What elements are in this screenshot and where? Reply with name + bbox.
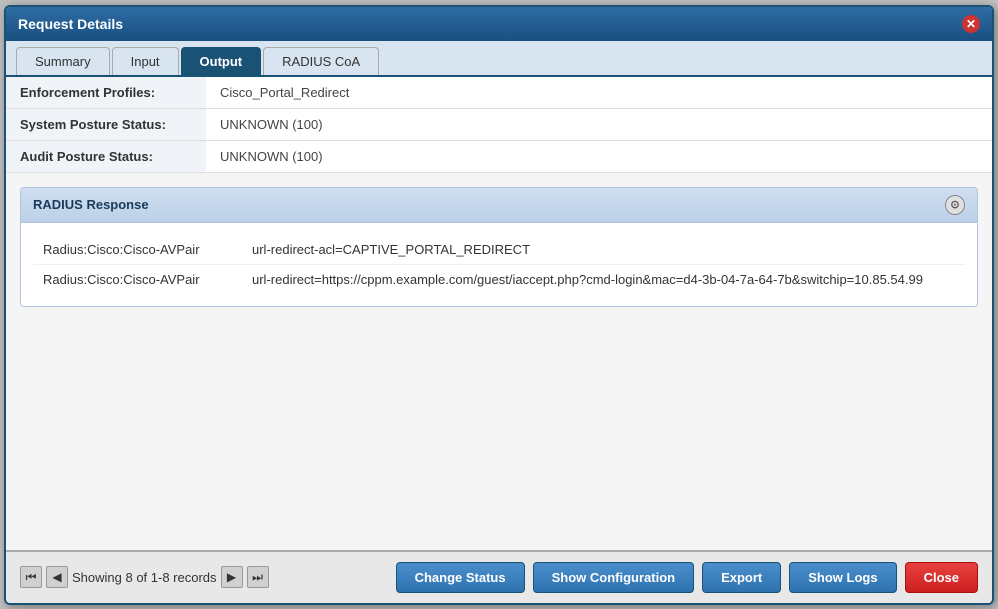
tab-summary[interactable]: Summary — [16, 47, 110, 75]
show-logs-button[interactable]: Show Logs — [789, 562, 896, 593]
tab-bar: Summary Input Output RADIUS CoA — [6, 41, 992, 77]
radius-value: url-redirect=https://cppm.example.com/gu… — [242, 264, 966, 295]
table-row: Audit Posture Status: UNKNOWN (100) — [6, 140, 992, 172]
radius-response-header: RADIUS Response ⊙ — [21, 188, 977, 223]
field-label: Audit Posture Status: — [6, 140, 206, 172]
table-row: Enforcement Profiles: Cisco_Portal_Redir… — [6, 77, 992, 109]
change-status-button[interactable]: Change Status — [396, 562, 525, 593]
pager-last-button[interactable]: ⏭ — [247, 566, 269, 588]
footer: ⏮ ◀ Showing 8 of 1-8 records ▶ ⏭ Change … — [6, 550, 992, 603]
pager: ⏮ ◀ Showing 8 of 1-8 records ▶ ⏭ — [20, 566, 388, 588]
field-value: Cisco_Portal_Redirect — [206, 77, 992, 109]
table-row: System Posture Status: UNKNOWN (100) — [6, 108, 992, 140]
radius-toggle-button[interactable]: ⊙ — [945, 195, 965, 215]
table-row: Radius:Cisco:Cisco-AVPair url-redirect-a… — [32, 234, 966, 265]
pager-next-button[interactable]: ▶ — [221, 566, 243, 588]
radius-response-section: RADIUS Response ⊙ Radius:Cisco:Cisco-AVP… — [20, 187, 978, 307]
radius-table: Radius:Cisco:Cisco-AVPair url-redirect-a… — [31, 233, 967, 296]
export-button[interactable]: Export — [702, 562, 781, 593]
close-button[interactable]: Close — [905, 562, 978, 593]
field-label: System Posture Status: — [6, 108, 206, 140]
request-details-dialog: Request Details ✕ Summary Input Output R… — [4, 5, 994, 605]
field-value: UNKNOWN (100) — [206, 108, 992, 140]
table-row: Radius:Cisco:Cisco-AVPair url-redirect=h… — [32, 264, 966, 295]
title-close-button[interactable]: ✕ — [962, 15, 980, 33]
radius-response-title: RADIUS Response — [33, 197, 149, 212]
tab-output[interactable]: Output — [181, 47, 262, 75]
radius-key: Radius:Cisco:Cisco-AVPair — [32, 264, 242, 295]
info-table: Enforcement Profiles: Cisco_Portal_Redir… — [6, 77, 992, 173]
field-label: Enforcement Profiles: — [6, 77, 206, 109]
pager-text: Showing 8 of 1-8 records — [72, 570, 217, 585]
radius-key: Radius:Cisco:Cisco-AVPair — [32, 234, 242, 265]
toggle-icon: ⊙ — [950, 198, 959, 211]
show-configuration-button[interactable]: Show Configuration — [533, 562, 694, 593]
radius-value: url-redirect-acl=CAPTIVE_PORTAL_REDIRECT — [242, 234, 966, 265]
radius-response-body: Radius:Cisco:Cisco-AVPair url-redirect-a… — [21, 223, 977, 306]
pager-first-button[interactable]: ⏮ — [20, 566, 42, 588]
field-value: UNKNOWN (100) — [206, 140, 992, 172]
dialog-title: Request Details — [18, 16, 123, 32]
title-bar: Request Details ✕ — [6, 7, 992, 41]
pager-prev-button[interactable]: ◀ — [46, 566, 68, 588]
tab-radius-coa[interactable]: RADIUS CoA — [263, 47, 379, 75]
content-area: Enforcement Profiles: Cisco_Portal_Redir… — [6, 77, 992, 550]
tab-input[interactable]: Input — [112, 47, 179, 75]
